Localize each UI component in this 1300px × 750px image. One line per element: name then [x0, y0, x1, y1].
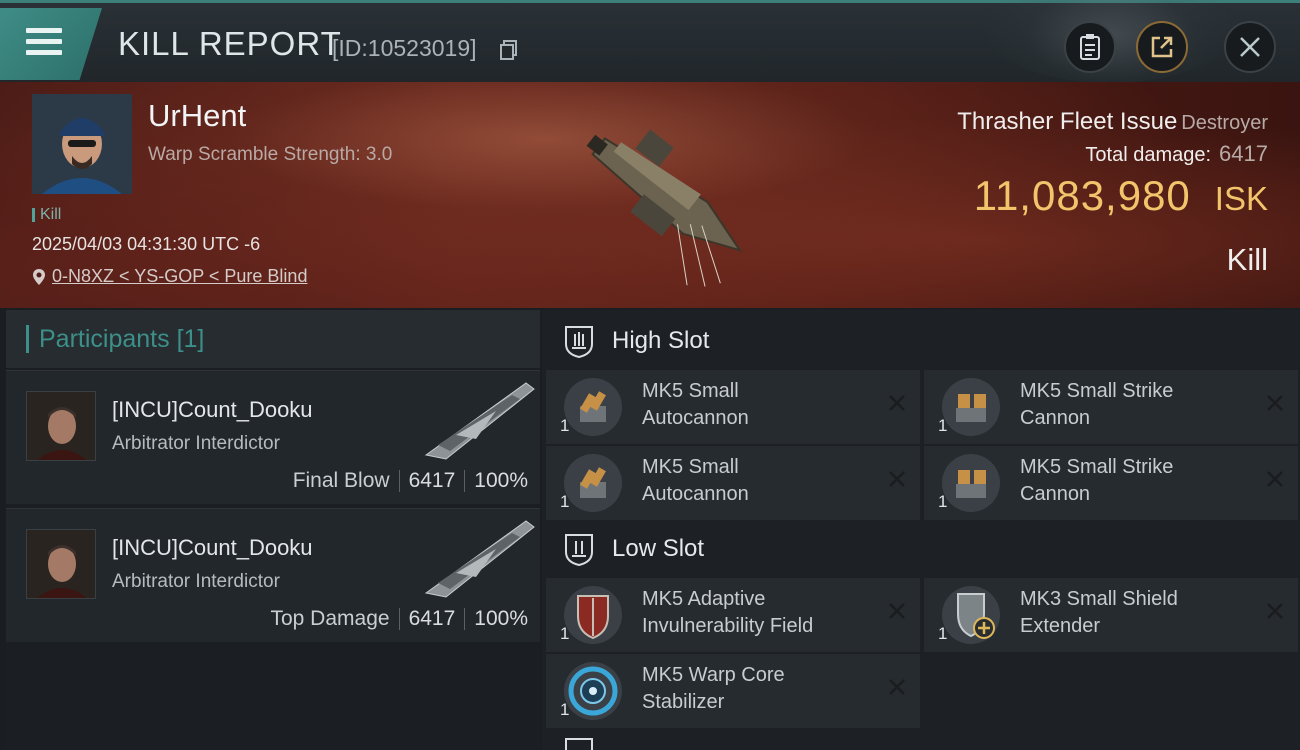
module-quantity: 1	[560, 416, 570, 435]
clipboard-button[interactable]	[1064, 21, 1116, 73]
participants-panel: Participants [1] [INCU]Count_Dooku Arbit…	[6, 310, 540, 750]
participant-stats: Final Blow 6417 100%	[292, 469, 528, 492]
module-slot[interactable]: 1 MK5 Small Autocannon	[546, 370, 920, 444]
remove-icon[interactable]	[1266, 470, 1284, 488]
shield-extender-icon	[942, 586, 1000, 644]
participant-card[interactable]: [INCU]Count_Dooku Arbitrator Interdictor…	[6, 370, 540, 504]
remove-icon[interactable]	[888, 678, 906, 696]
participant-name[interactable]: [INCU]Count_Dooku	[112, 397, 313, 423]
victim-name[interactable]: UrHent	[148, 98, 246, 134]
module-name: MK3 Small Shield Extender	[1020, 588, 1178, 637]
kill-location-link[interactable]: 0-N8XZ < YS-GOP < Pure Blind	[32, 266, 307, 287]
module-quantity: 1	[560, 700, 570, 719]
participant-ship: Arbitrator Interdictor	[112, 433, 280, 454]
module-slot[interactable]: 1 MK5 Small Autocannon	[546, 446, 920, 520]
victim-banner: UrHent Warp Scramble Strength: 3.0 Kill …	[0, 82, 1300, 308]
close-icon	[1240, 37, 1260, 57]
high-slot-icon	[565, 326, 593, 358]
kill-result-label: Kill	[1226, 242, 1268, 277]
kill-tag: Kill	[32, 206, 61, 224]
warp-core-stabilizer-icon	[564, 662, 622, 720]
report-id: [ID:10523019]	[332, 35, 477, 61]
participant-portrait[interactable]	[26, 391, 96, 461]
share-button[interactable]	[1136, 21, 1188, 73]
participant-ship-image	[424, 520, 535, 598]
module-slot[interactable]: 1 MK5 Adaptive Invulnerability Field	[546, 578, 920, 652]
close-button[interactable]	[1224, 21, 1276, 73]
module-quantity: 1	[938, 416, 948, 435]
remove-icon[interactable]	[888, 602, 906, 620]
remove-icon[interactable]	[1266, 394, 1284, 412]
low-slot-header: Low Slot	[542, 520, 1300, 578]
remove-icon[interactable]	[888, 394, 906, 412]
victim-ship-type: Thrasher Fleet Issue Destroyer	[957, 108, 1268, 135]
total-damage: Total damage: 6417	[1085, 141, 1268, 166]
victim-ship-image[interactable]	[550, 90, 770, 305]
top-bar: KILL REPORT [ID:10523019]	[0, 0, 1300, 83]
isk-value: 11,083,980 ISK	[973, 172, 1268, 219]
menu-button[interactable]	[0, 8, 102, 80]
module-quantity: 1	[560, 624, 570, 643]
warp-scramble-strength: Warp Scramble Strength: 3.0	[148, 144, 393, 165]
participant-ship-image	[424, 382, 535, 460]
victim-portrait[interactable]	[32, 94, 132, 194]
module-name: MK5 Adaptive Invulnerability Field	[642, 588, 814, 637]
location-pin-icon	[33, 268, 45, 285]
autocannon-icon	[564, 378, 622, 436]
module-slot[interactable]: 1 MK3 Small Shield Extender	[924, 578, 1298, 652]
module-slot[interactable]: 1 MK5 Warp Core Stabilizer	[546, 654, 920, 728]
high-slot-header: High Slot	[542, 312, 1300, 370]
module-slot[interactable]: 1 MK5 Small Strike Cannon	[924, 370, 1298, 444]
module-quantity: 1	[938, 624, 948, 643]
participant-ship: Arbitrator Interdictor	[112, 571, 280, 592]
invulnerability-field-icon	[564, 586, 622, 644]
fitting-panel: High Slot 1 MK5 Small Autocannon 1 MK5 S…	[542, 310, 1300, 750]
participant-stats: Top Damage 6417 100%	[270, 607, 528, 630]
module-quantity: 1	[938, 492, 948, 511]
page-title: KILL REPORT	[118, 25, 342, 62]
autocannon-icon	[564, 454, 622, 512]
module-name: MK5 Small Strike Cannon	[1020, 456, 1174, 505]
module-name: MK5 Small Autocannon	[642, 456, 749, 505]
low-slot-icon	[565, 534, 593, 566]
strike-cannon-icon	[942, 454, 1000, 512]
strike-cannon-icon	[942, 378, 1000, 436]
kill-timestamp: 2025/04/03 04:31:30 UTC -6	[32, 234, 261, 254]
participant-card[interactable]: [INCU]Count_Dooku Arbitrator Interdictor…	[6, 508, 540, 642]
module-slot[interactable]: 1 MK5 Small Strike Cannon	[924, 446, 1298, 520]
copy-icon[interactable]	[500, 40, 518, 60]
participants-header: Participants [1]	[6, 310, 540, 368]
module-quantity: 1	[560, 492, 570, 511]
module-name: MK5 Small Strike Cannon	[1020, 380, 1174, 429]
module-name: MK5 Warp Core Stabilizer	[642, 664, 785, 713]
share-icon	[1151, 36, 1173, 58]
clipboard-icon	[1080, 34, 1100, 60]
remove-icon[interactable]	[1266, 602, 1284, 620]
participant-portrait[interactable]	[26, 529, 96, 599]
participant-name[interactable]: [INCU]Count_Dooku	[112, 535, 313, 561]
module-name: MK5 Small Autocannon	[642, 380, 749, 429]
hamburger-icon	[26, 28, 62, 61]
remove-icon[interactable]	[888, 470, 906, 488]
next-slot-header-partial	[562, 736, 762, 750]
